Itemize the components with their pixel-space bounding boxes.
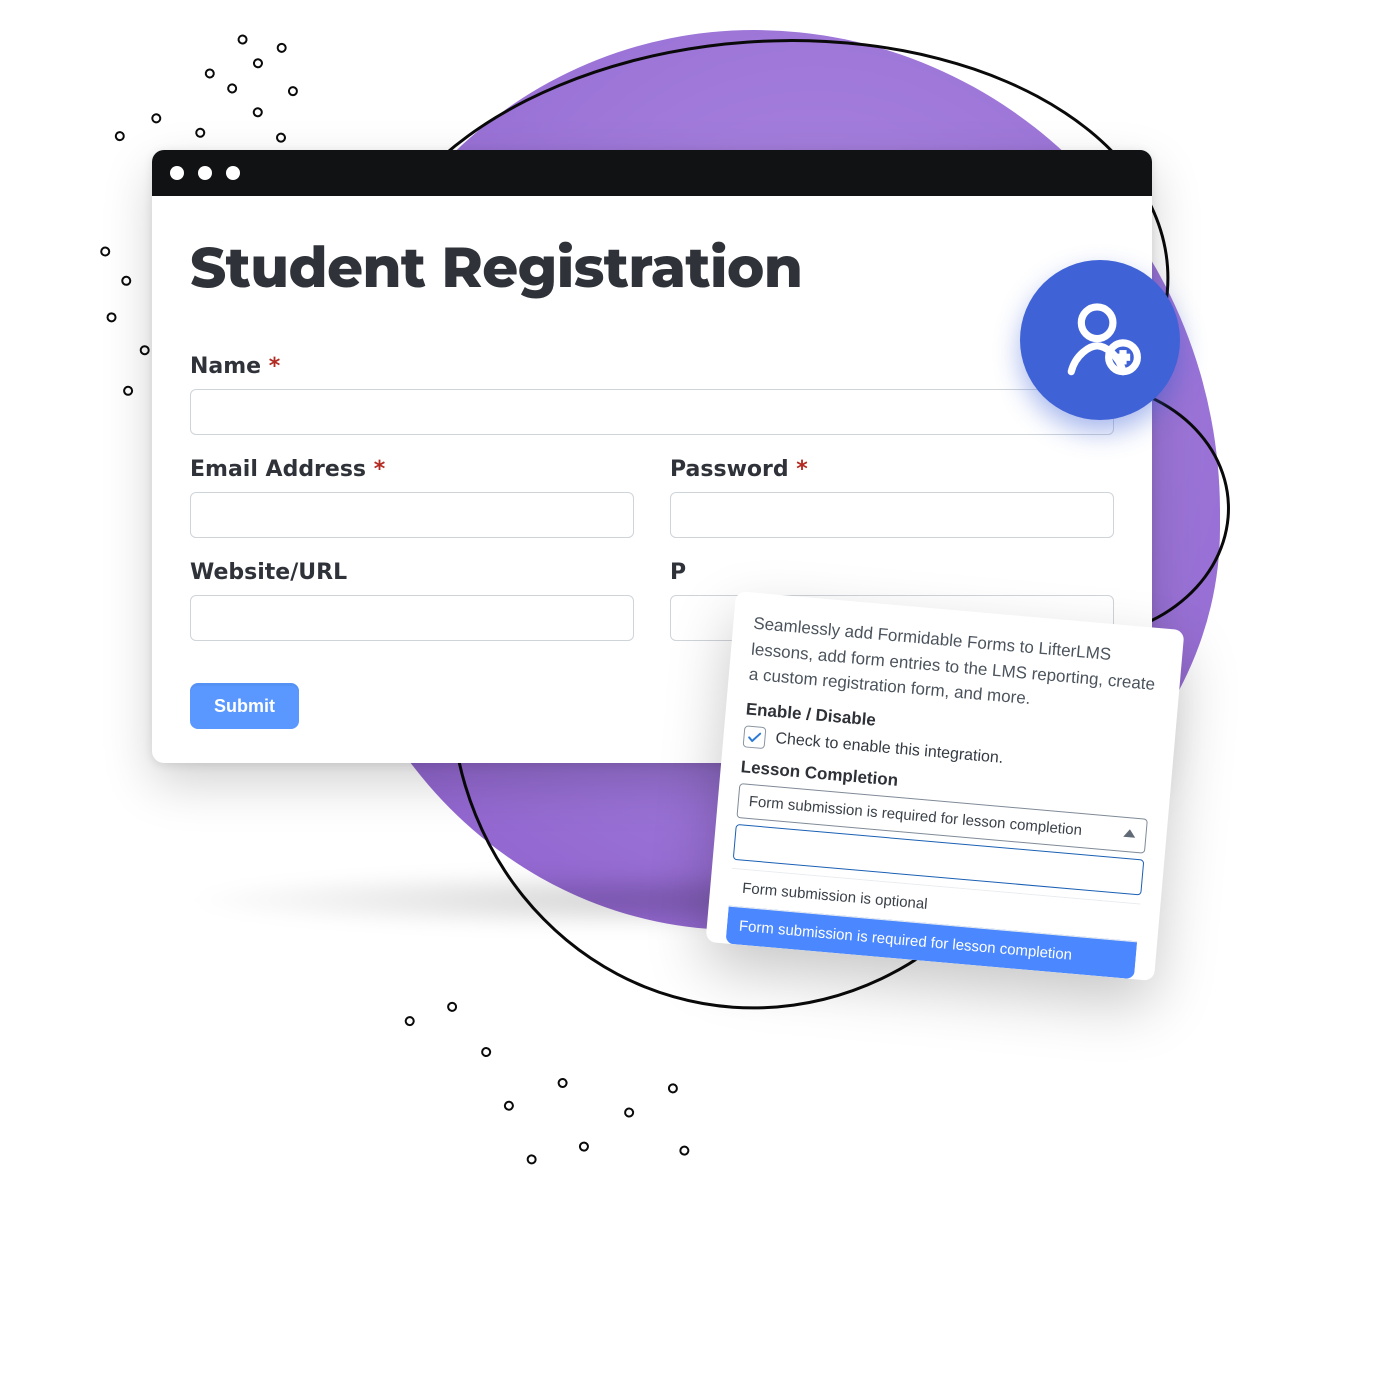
settings-panel: Seamlessly add Formidable Forms to Lifte… — [706, 591, 1185, 980]
name-field[interactable] — [190, 389, 1114, 435]
email-field[interactable] — [190, 492, 634, 538]
label-text: Name — [190, 354, 261, 379]
user-plus-badge — [1020, 260, 1180, 420]
password-label: Password * — [670, 457, 1114, 482]
website-field[interactable] — [190, 595, 634, 641]
required-marker: * — [269, 354, 281, 379]
submit-button[interactable]: Submit — [190, 683, 299, 729]
required-marker: * — [374, 457, 386, 482]
label-text: Website/URL — [190, 560, 347, 585]
password-field[interactable] — [670, 492, 1114, 538]
email-label: Email Address * — [190, 457, 634, 482]
page-title: Student Registration — [190, 234, 1114, 302]
enable-integration-checkbox[interactable] — [743, 725, 767, 749]
label-text: Email Address — [190, 457, 366, 482]
user-plus-icon — [1054, 294, 1146, 386]
window-dot-icon — [226, 166, 240, 180]
check-icon — [746, 728, 763, 745]
name-label: Name * — [190, 354, 1114, 379]
caret-up-icon — [1123, 829, 1136, 838]
label-text: Password — [670, 457, 789, 482]
window-titlebar — [152, 150, 1152, 196]
phone-label: P — [670, 560, 1114, 585]
window-dot-icon — [170, 166, 184, 180]
window-dot-icon — [198, 166, 212, 180]
required-marker: * — [796, 457, 808, 482]
website-label: Website/URL — [190, 560, 634, 585]
decor-dots — [348, 976, 732, 1224]
label-text: P — [670, 560, 686, 585]
